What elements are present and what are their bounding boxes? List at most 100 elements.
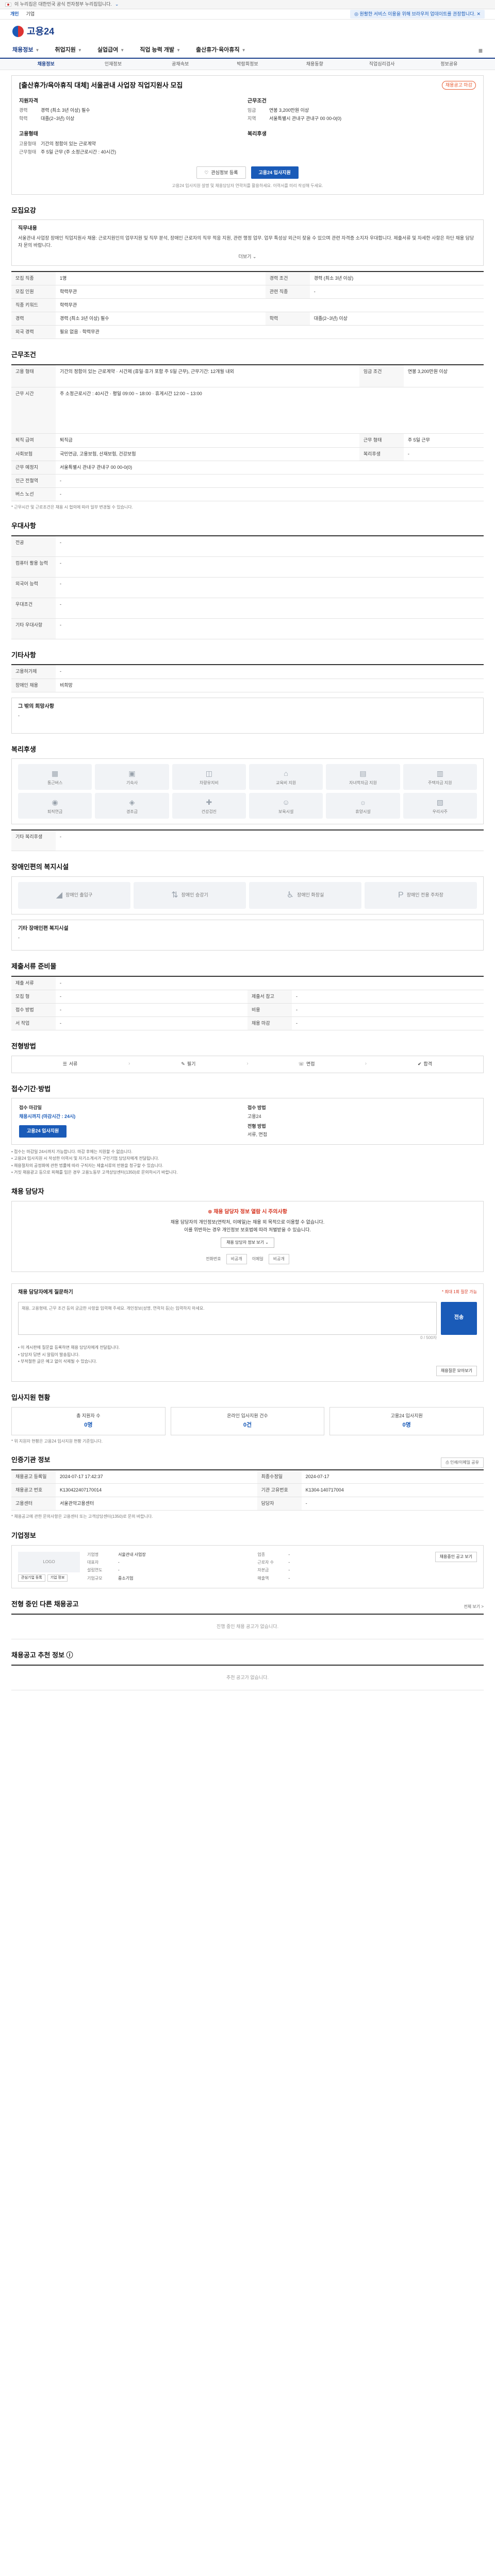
etc-note-box: 그 밖의 희망사항 - — [11, 697, 484, 734]
welfare-label: 우리사주 — [432, 809, 448, 815]
docs-section: 제출서류 준비물 제출 서류 - 모집 형 - 제출서 참고 - 접수 방법 - 비용 - 서… — [11, 962, 484, 1030]
section-title: 채용공고 추천 정보 ⓘ — [11, 1651, 73, 1659]
recommend-section: 채용공고 추천 정보 ⓘ 추천 공고가 없습니다. — [11, 1651, 484, 1690]
building-icon: ▦ — [52, 769, 59, 777]
prefer-section: 우대사항 전공 - 컴퓨터 활용 능력 - 외국어 능력 - 우대조건 - 기타 우대사… — [11, 521, 484, 639]
summary-heading: 고용형태 — [19, 131, 38, 138]
facility-label: 장애인 승강기 — [181, 892, 208, 898]
welfare-item: ◫ 차량유지비 — [172, 764, 246, 790]
qa-box: 채용 담당자에게 질문하기 * 최대 1회 질문 가능 전송 0 / 500자 … — [11, 1283, 484, 1382]
disability-note-box: 기타 장애인편 복지시설 - — [11, 919, 484, 951]
sub-nav: 채용정보 인재정보 공채속보 박람회정보 채용동향 직업심리검사 정보공유 — [0, 59, 495, 70]
tab-personal[interactable]: 개인 — [10, 11, 19, 18]
nav-item-jobs[interactable]: 채용정보 ▼ — [12, 46, 39, 55]
coin-icon: ◉ — [52, 798, 58, 806]
car-icon: ▤ — [359, 769, 367, 777]
site-logo[interactable]: 고용24 — [12, 25, 54, 38]
apply-hint: 고용24 입사지원 설명 및 채용담당자 연락처를 활용하세요. 이력서를 미리… — [172, 183, 323, 189]
status-section: 입사지원 현황 총 지원자 수 0명 온라인 입사지원 건수 0건 고용24 입사지… — [11, 1393, 484, 1444]
show-contact-button[interactable]: 채용 담당자 정보 보기 ⌄ — [221, 1238, 274, 1248]
welfare-label: 보육시설 — [278, 809, 294, 815]
nav-item-parental-leave[interactable]: 출산휴가·육아휴직 ▼ — [196, 46, 246, 55]
job-description: 서울관내 사업장 장애인 직업지원사 채용: 근로지원인의 업무지원 및 직무 … — [18, 235, 474, 248]
tab-company[interactable]: 기업 — [26, 11, 35, 18]
similar-section: 전형 중인 다른 채용공고 전체 보기 > 진행 중인 채용 공고가 없습니다. — [11, 1600, 484, 1639]
follow-company-button[interactable]: 관심기업 등록 — [18, 1574, 45, 1582]
section-title: 전형 중인 다른 채용공고 — [11, 1600, 79, 1608]
empty-state: 진행 중인 채용 공고가 없습니다. — [11, 1613, 484, 1639]
nav-item-unemployment-benefit[interactable]: 실업급여 ▼ — [97, 46, 124, 55]
apply-button[interactable]: 고용24 입사지원 — [251, 166, 299, 179]
company-jobs-button[interactable]: 채용중인 공고 보기 — [435, 1551, 477, 1562]
char-count: 0 / 500자 — [420, 1335, 437, 1340]
process-step: ☏ 면접 — [249, 1056, 365, 1073]
welfare-item: ▦ 통근버스 — [18, 764, 92, 790]
process-step: ✔ 합격 — [367, 1056, 483, 1073]
subnav-item[interactable]: 인재정보 — [79, 61, 146, 67]
subnav-item[interactable]: 박람회정보 — [214, 61, 281, 67]
expand-icon[interactable]: ⌄ — [115, 1, 119, 8]
subnav-item[interactable]: 공채속보 — [147, 61, 214, 67]
welfare-label: 통근버스 — [47, 781, 63, 786]
welfare-label: 차량유지비 — [199, 781, 219, 786]
view-all-link[interactable]: 전체 보기 > — [464, 1604, 484, 1610]
job-summary-card: [출산휴가/육아휴직 대체] 서울관내 사업장 직업지원사 모집 채용공고 마감… — [11, 75, 484, 195]
empty-state: 추천 공고가 없습니다. — [11, 1664, 484, 1690]
step-label: 서류 — [69, 1061, 78, 1067]
facility-label: 장애인 출입구 — [65, 892, 93, 898]
question-input[interactable] — [18, 1301, 437, 1335]
subnav-item[interactable]: 정보공유 — [416, 61, 483, 67]
house-icon: ⌂ — [284, 769, 288, 777]
chevron-down-icon: ▼ — [77, 48, 82, 53]
gov-banner-text: 이 누리집은 대한민국 공식 전자정부 누리집입니다. — [14, 1, 112, 7]
gift-icon: ◈ — [129, 798, 135, 806]
subnav-item[interactable]: 직업심리검사 — [348, 61, 415, 67]
contact-section: 채용 담당자 ⊗ 채용 담당자 정보 열람 시 주의사항 채용 담당자의 개인정… — [11, 1187, 484, 1273]
section-title: 기타사항 — [11, 651, 36, 659]
print-button[interactable]: ⎙ 인쇄/이메일 공유 — [441, 1457, 484, 1468]
health-icon: ✚ — [206, 798, 212, 806]
summary-heading: 근무조건 — [248, 98, 267, 104]
welfare-label: 휴양시설 — [355, 809, 371, 815]
step-label: 합격 — [423, 1061, 433, 1067]
work-section: 근무조건 고용 형태 기간의 정함이 있는 근로계약 · 시간제 (휴일·휴가 포… — [11, 350, 484, 510]
qa-list-button[interactable]: 채용질문 모아보기 — [436, 1365, 477, 1376]
section-title: 입사지원 현황 — [11, 1393, 51, 1401]
facility-item: ◢ 장애인 출입구 — [18, 882, 130, 909]
facility-label: 장애인 화장실 — [297, 892, 324, 898]
taegeuk-icon — [12, 26, 24, 37]
talk-icon: ☏ — [298, 1061, 305, 1067]
send-button[interactable]: 전송 — [441, 1301, 477, 1335]
chevron-down-icon: ▼ — [35, 48, 40, 53]
recruit-table: 모집 직종 1명 경력 조건 경력 (최소 3년 이상) 모집 인원 학력무관 관련 직종… — [11, 270, 484, 340]
subnav-item[interactable]: 채용정보 — [12, 61, 79, 67]
welfare-label: 교육비 지원 — [276, 781, 296, 786]
meal-icon: ◫ — [205, 769, 212, 777]
welfare-item: ▥ 주택자금 지원 — [403, 764, 477, 790]
company-info-button[interactable]: 기업 정보 — [47, 1574, 68, 1582]
deadline: 채용시까지 (마감시간 : 24시) — [19, 1113, 76, 1119]
stat-card: 총 지원자 수 0명 — [11, 1406, 166, 1435]
work-note: * 근무시간 및 근로조건은 채용 시 협의에 따라 일부 변경될 수 있습니다… — [11, 504, 133, 510]
child-icon: ☺ — [282, 798, 290, 806]
more-button[interactable]: 더보기 ⌄ — [18, 253, 477, 260]
menu-icon[interactable]: ≡ — [478, 45, 483, 56]
apply-button[interactable]: 고용24 입사지원 — [19, 1125, 67, 1138]
disability-section: 장애인편의 복지시설 ◢ 장애인 출입구 ⇅ 장애인 승강기 ♿ 장애인 화장실 P 장애인 … — [11, 862, 484, 951]
process-step: ✎ 필기 — [130, 1056, 246, 1073]
welfare-item: ☺ 보육시설 — [249, 793, 323, 819]
welfare-label: 퇴직연금 — [47, 809, 63, 815]
section-title: 전형방법 — [11, 1042, 36, 1050]
nav-item-skills[interactable]: 직업 능력 개발 ▼ — [140, 46, 180, 55]
pen-icon: ✎ — [181, 1061, 185, 1067]
subnav-item[interactable]: 채용동향 — [281, 61, 348, 67]
disability-box: ◢ 장애인 출입구 ⇅ 장애인 승강기 ♿ 장애인 화장실 P 장애인 전용 주차장 — [11, 876, 484, 914]
nav-item-employment-support[interactable]: 취업지원 ▼ — [55, 46, 81, 55]
browser-notice[interactable]: ◎ 원활한 서비스 이용을 위해 브라우저 업데이트를 권장합니다. ✕ — [350, 9, 485, 19]
welfare-label: 경조금 — [126, 809, 138, 815]
scrap-button[interactable]: ♡ 관심정보 등록 — [196, 166, 246, 179]
ramp-icon: ◢ — [56, 891, 63, 900]
facility-item: P 장애인 전용 주차장 — [365, 882, 477, 909]
company-box: LOGO 관심기업 등록 기업 정보 기업명 서울관내 사업장 업종 - 대표자 - … — [11, 1545, 484, 1588]
toilet-icon: ♿ — [286, 891, 294, 900]
